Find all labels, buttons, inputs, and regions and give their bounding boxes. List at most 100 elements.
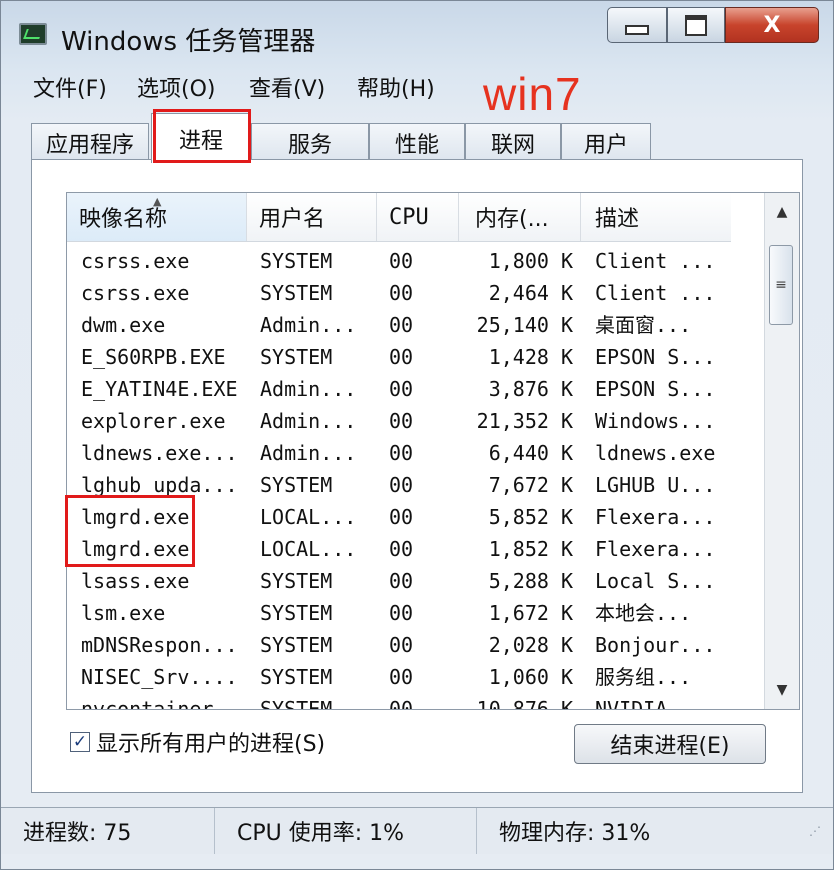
- scroll-down-arrow-icon[interactable]: ▼: [765, 675, 799, 705]
- table-row[interactable]: lsass.exe SYSTEM 00 5,288 K Local S...: [67, 565, 731, 597]
- cell-cpu: 00: [389, 313, 414, 337]
- cell-memory: 1,060 K: [488, 665, 573, 689]
- process-list[interactable]: ▲ 映像名称 用户名 CPU 内存(... 描述 csrss.exe SYSTEM…: [66, 192, 800, 710]
- cell-image-name: dwm.exe: [81, 313, 166, 337]
- cell-memory: 6,440 K: [488, 441, 573, 465]
- cell-user-name: SYSTEM: [260, 697, 333, 710]
- cell-image-name: csrss.exe: [81, 281, 190, 305]
- cell-image-name: csrss.exe: [81, 249, 190, 273]
- cell-memory: 7,672 K: [488, 473, 573, 497]
- cell-image-name: lsm.exe: [81, 601, 166, 625]
- cell-description: EPSON S...: [595, 377, 716, 401]
- cell-memory: 2,028 K: [488, 633, 573, 657]
- cell-image-name: E_YATIN4E.EXE: [81, 377, 238, 401]
- cell-image-name: nvcontainer...: [81, 697, 250, 710]
- tab-applications[interactable]: 应用程序: [31, 123, 149, 161]
- table-row[interactable]: E_YATIN4E.EXE Admin... 00 3,876 K EPSON S...: [67, 373, 731, 405]
- menu-view[interactable]: 查看(V): [249, 71, 325, 103]
- cell-user-name: SYSTEM: [260, 601, 333, 625]
- cell-description: ldnews.exe: [595, 441, 716, 465]
- cell-cpu: 00: [389, 281, 414, 305]
- cell-user-name: LOCAL...: [260, 505, 357, 529]
- resize-grip-icon[interactable]: ⋰: [809, 824, 825, 840]
- menu-options[interactable]: 选项(O): [137, 71, 215, 103]
- cell-user-name: SYSTEM: [260, 665, 333, 689]
- task-manager-window: Windows 任务管理器 X 文件(F) 选项(O) 查看(V) 帮助(H) …: [0, 0, 834, 870]
- cell-cpu: 00: [389, 409, 414, 433]
- caption-buttons: X: [607, 7, 819, 47]
- close-icon: X: [763, 12, 781, 38]
- column-user-name[interactable]: 用户名: [247, 193, 377, 241]
- end-process-button[interactable]: 结束进程(E): [574, 724, 766, 764]
- cell-memory: 5,288 K: [488, 569, 573, 593]
- column-memory[interactable]: 内存(...: [459, 193, 581, 241]
- cell-user-name: SYSTEM: [260, 249, 333, 273]
- status-bar: 进程数: 75 CPU 使用率: 1% 物理内存: 31% ⋰: [1, 807, 833, 854]
- table-row[interactable]: csrss.exe SYSTEM 00 2,464 K Client ...: [67, 277, 731, 309]
- close-button[interactable]: X: [725, 7, 819, 43]
- maximize-button[interactable]: [667, 7, 725, 43]
- minimize-icon: [625, 25, 649, 35]
- cell-description: Windows...: [595, 409, 716, 433]
- cell-cpu: 00: [389, 633, 414, 657]
- cell-user-name: Admin...: [260, 313, 357, 337]
- show-all-users-option[interactable]: ✓ 显示所有用户的进程(S): [70, 726, 325, 758]
- status-physical-memory: 物理内存: 31%: [499, 821, 651, 846]
- table-row[interactable]: ldnews.exe... Admin... 00 6,440 K ldnews.exe: [67, 437, 731, 469]
- menu-file[interactable]: 文件(F): [33, 71, 107, 103]
- cell-cpu: 00: [389, 697, 414, 710]
- scroll-up-arrow-icon[interactable]: ▲: [765, 197, 799, 227]
- cell-description: Flexera...: [595, 537, 716, 561]
- table-row[interactable]: csrss.exe SYSTEM 00 1,800 K Client ...: [67, 245, 731, 277]
- column-image-name[interactable]: ▲ 映像名称: [67, 193, 247, 241]
- scrollbar-thumb[interactable]: ≡: [769, 245, 793, 325]
- minimize-button[interactable]: [607, 7, 667, 43]
- cell-user-name: SYSTEM: [260, 473, 333, 497]
- win7-annotation: win7: [483, 68, 582, 120]
- tab-users[interactable]: 用户: [561, 123, 651, 161]
- cell-description: Bonjour...: [595, 633, 716, 657]
- table-row[interactable]: dwm.exe Admin... 00 25,140 K 桌面窗...: [67, 309, 731, 341]
- cell-memory: 10,876 K: [476, 697, 573, 710]
- cell-description: 桌面窗...: [595, 313, 692, 337]
- cell-description: 服务组...: [595, 665, 692, 689]
- menu-help[interactable]: 帮助(H): [357, 71, 435, 103]
- table-row[interactable]: lsm.exe SYSTEM 00 1,672 K 本地会...: [67, 597, 731, 629]
- cell-memory: 5,852 K: [488, 505, 573, 529]
- list-header: ▲ 映像名称 用户名 CPU 内存(... 描述: [67, 193, 731, 242]
- table-row[interactable]: NISEC_Srv.... SYSTEM 00 1,060 K 服务组...: [67, 661, 731, 693]
- sort-ascending-icon: ▲: [153, 195, 162, 208]
- cell-cpu: 00: [389, 505, 414, 529]
- table-row[interactable]: nvcontainer... SYSTEM 00 10,876 K NVIDIA...: [67, 693, 731, 710]
- cell-description: Flexera...: [595, 505, 716, 529]
- table-row[interactable]: E_S60RPB.EXE SYSTEM 00 1,428 K EPSON S...: [67, 341, 731, 373]
- table-row[interactable]: explorer.exe Admin... 00 21,352 K Windows...: [67, 405, 731, 437]
- column-cpu[interactable]: CPU: [377, 193, 459, 241]
- tab-highlight-box: [153, 109, 251, 163]
- table-row[interactable]: mDNSRespon... SYSTEM 00 2,028 K Bonjour...: [67, 629, 731, 661]
- cell-cpu: 00: [389, 377, 414, 401]
- tab-performance[interactable]: 性能: [369, 123, 465, 161]
- show-all-users-label: 显示所有用户的进程(S): [96, 732, 326, 757]
- cell-user-name: LOCAL...: [260, 537, 357, 561]
- cell-user-name: SYSTEM: [260, 345, 333, 369]
- cell-image-name: mDNSRespon...: [81, 633, 238, 657]
- cell-image-name: E_S60RPB.EXE: [81, 345, 226, 369]
- cell-user-name: Admin...: [260, 409, 357, 433]
- vertical-scrollbar[interactable]: ▲ ≡ ▼: [764, 193, 799, 709]
- cell-user-name: SYSTEM: [260, 281, 333, 305]
- lmgrd-highlight-box: [65, 495, 195, 567]
- title-bar[interactable]: Windows 任务管理器 X: [1, 1, 833, 63]
- show-all-users-checkbox[interactable]: ✓: [70, 732, 90, 752]
- maximize-icon: [685, 14, 707, 36]
- cell-image-name: NISEC_Srv....: [81, 665, 238, 689]
- tab-networking[interactable]: 联网: [465, 123, 561, 161]
- column-description[interactable]: 描述: [581, 193, 731, 241]
- cell-cpu: 00: [389, 345, 414, 369]
- cell-memory: 21,352 K: [476, 409, 573, 433]
- cell-description: Local S...: [595, 569, 716, 593]
- tab-services[interactable]: 服务: [251, 123, 369, 161]
- cell-memory: 3,876 K: [488, 377, 573, 401]
- cell-description: Client ...: [595, 249, 716, 273]
- cell-memory: 25,140 K: [476, 313, 573, 337]
